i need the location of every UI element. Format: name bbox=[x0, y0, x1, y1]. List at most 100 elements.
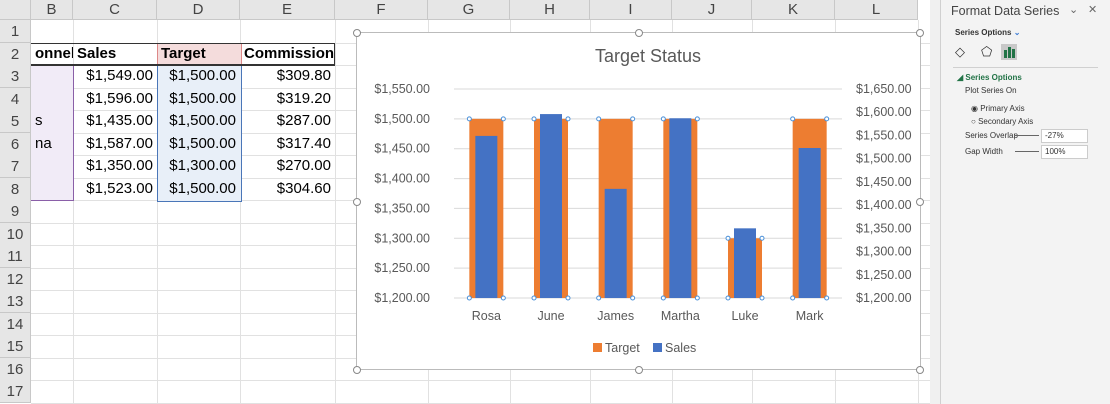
chart-resize-handle[interactable] bbox=[353, 366, 361, 374]
row-header-16[interactable]: 16 bbox=[0, 357, 31, 381]
chart-target-status[interactable]: Target Status $1,200.00 $1,250.00 $1,300.00… bbox=[353, 29, 924, 374]
vertical-scrollbar[interactable] bbox=[930, 0, 940, 404]
column-header-I[interactable]: I bbox=[590, 0, 672, 20]
selection-handle bbox=[466, 116, 472, 122]
table-cell[interactable]: $1,549.00 bbox=[73, 65, 157, 87]
column-header-D[interactable]: D bbox=[157, 0, 240, 20]
column-header-F[interactable]: F bbox=[335, 0, 428, 20]
column-header-H[interactable]: H bbox=[510, 0, 590, 20]
table-cell[interactable]: $1,523.00 bbox=[73, 178, 157, 200]
row-header-8[interactable]: 8 bbox=[0, 177, 31, 201]
table-cell[interactable] bbox=[31, 65, 73, 87]
column-header-J[interactable]: J bbox=[672, 0, 752, 20]
table-cell[interactable]: $1,435.00 bbox=[73, 110, 157, 132]
series-overlap-input[interactable]: -27% bbox=[1041, 129, 1088, 143]
column-header-C[interactable]: C bbox=[73, 0, 157, 20]
row-header-2[interactable]: 2 bbox=[0, 42, 31, 66]
row-header-6[interactable]: 6 bbox=[0, 132, 31, 156]
column-header-G[interactable]: G bbox=[428, 0, 510, 20]
table-cell[interactable]: $1,350.00 bbox=[73, 155, 157, 177]
gridline bbox=[335, 20, 336, 404]
row-header-17[interactable]: 17 bbox=[0, 380, 31, 403]
row-header-14[interactable]: 14 bbox=[0, 312, 31, 336]
secondary-axis-tick-label: $1,400.00 bbox=[856, 198, 912, 212]
row-header-3[interactable]: 3 bbox=[0, 65, 31, 88]
row-header-9[interactable]: 9 bbox=[0, 200, 31, 223]
table-header-cell[interactable]: Sales bbox=[73, 43, 157, 65]
selection-handle bbox=[660, 295, 666, 301]
selection-handle bbox=[694, 116, 700, 122]
table-cell[interactable]: $304.60 bbox=[240, 178, 335, 200]
table-header-cell[interactable]: Target bbox=[157, 43, 240, 65]
column-header-L[interactable]: L bbox=[835, 0, 918, 20]
primary-axis-radio[interactable]: ◉ Primary Axis bbox=[971, 104, 1025, 113]
series-overlap-slider[interactable] bbox=[1015, 135, 1039, 136]
primary-axis-tick-label: $1,400.00 bbox=[374, 172, 430, 186]
table-cell[interactable]: $1,500.00 bbox=[157, 178, 240, 200]
table-header-cell[interactable]: onnel bbox=[31, 43, 73, 65]
close-icon[interactable]: ✕ bbox=[1088, 3, 1097, 16]
selection-handle bbox=[725, 235, 731, 241]
row-header-13[interactable]: 13 bbox=[0, 290, 31, 313]
table-cell[interactable]: $1,500.00 bbox=[157, 110, 240, 132]
row-header-5[interactable]: 5 bbox=[0, 110, 31, 133]
column-header-K[interactable]: K bbox=[752, 0, 835, 20]
divider bbox=[953, 67, 1098, 68]
row-header-1[interactable]: 1 bbox=[0, 20, 31, 43]
row-header-10[interactable]: 10 bbox=[0, 222, 31, 246]
selection-handle bbox=[630, 116, 636, 122]
selection-handle bbox=[565, 295, 571, 301]
secondary-axis-tick-label: $1,450.00 bbox=[856, 175, 912, 189]
row-header-7[interactable]: 7 bbox=[0, 155, 31, 178]
chart-resize-handle[interactable] bbox=[635, 366, 643, 374]
chart-resize-handle[interactable] bbox=[916, 198, 924, 206]
table-cell[interactable]: $309.80 bbox=[240, 65, 335, 87]
table-cell[interactable] bbox=[31, 155, 73, 177]
series-options-bar-icon[interactable] bbox=[1001, 44, 1017, 60]
table-cell[interactable] bbox=[31, 178, 73, 200]
legend-swatch-sales bbox=[653, 343, 662, 352]
table-header-cell[interactable]: Commission bbox=[240, 43, 335, 65]
gap-width-input[interactable]: 100% bbox=[1041, 145, 1088, 159]
row-header-4[interactable]: 4 bbox=[0, 87, 31, 111]
table-cell[interactable]: $1,500.00 bbox=[157, 133, 240, 155]
category-label: Rosa bbox=[472, 309, 501, 323]
secondary-axis-label: Secondary Axis bbox=[978, 117, 1034, 126]
table-cell[interactable]: $1,587.00 bbox=[73, 133, 157, 155]
series-options-section[interactable]: ◢ Series Options bbox=[957, 73, 1022, 82]
table-cell[interactable]: $1,596.00 bbox=[73, 88, 157, 110]
legend-swatch-target bbox=[593, 343, 602, 352]
chart-resize-handle[interactable] bbox=[916, 29, 924, 37]
chart-title: Target Status bbox=[595, 46, 701, 66]
table-cell[interactable]: $1,500.00 bbox=[157, 88, 240, 110]
column-header-E[interactable]: E bbox=[240, 0, 335, 20]
table-cell[interactable] bbox=[31, 88, 73, 110]
table-cell[interactable]: $319.20 bbox=[240, 88, 335, 110]
primary-axis-tick-label: $1,500.00 bbox=[374, 112, 430, 126]
table-cell[interactable]: $287.00 bbox=[240, 110, 335, 132]
chart-resize-handle[interactable] bbox=[916, 366, 924, 374]
effects-pentagon-icon[interactable]: ⬠ bbox=[981, 44, 992, 60]
fill-line-icon[interactable]: ◇ bbox=[955, 44, 965, 60]
chart-resize-handle[interactable] bbox=[353, 198, 361, 206]
column-header-B[interactable]: B bbox=[31, 0, 73, 20]
table-cell[interactable]: $1,500.00 bbox=[157, 65, 240, 87]
series-options-dropdown[interactable]: Series Options ⌄ bbox=[955, 28, 1020, 37]
chart-resize-handle[interactable] bbox=[635, 29, 643, 37]
table-cell[interactable]: $317.40 bbox=[240, 133, 335, 155]
pane-options-chevron-icon[interactable]: ⌄ bbox=[1069, 3, 1078, 16]
chart-resize-handle[interactable] bbox=[353, 29, 361, 37]
gap-width-slider[interactable] bbox=[1015, 151, 1039, 152]
table-cell[interactable]: $1,300.00 bbox=[157, 155, 240, 177]
row-header-11[interactable]: 11 bbox=[0, 245, 31, 268]
secondary-axis-tick-label: $1,250.00 bbox=[856, 268, 912, 282]
table-cell[interactable]: $270.00 bbox=[240, 155, 335, 177]
row-header-15[interactable]: 15 bbox=[0, 335, 31, 358]
table-cell[interactable]: s bbox=[31, 110, 73, 132]
table-cell[interactable]: na bbox=[31, 133, 73, 155]
selection-handle bbox=[759, 295, 765, 301]
secondary-axis-radio[interactable]: ○ Secondary Axis bbox=[971, 117, 1033, 126]
select-all-corner[interactable] bbox=[0, 0, 31, 20]
chevron-down-icon: ⌄ bbox=[1013, 28, 1021, 37]
row-header-12[interactable]: 12 bbox=[0, 267, 31, 291]
